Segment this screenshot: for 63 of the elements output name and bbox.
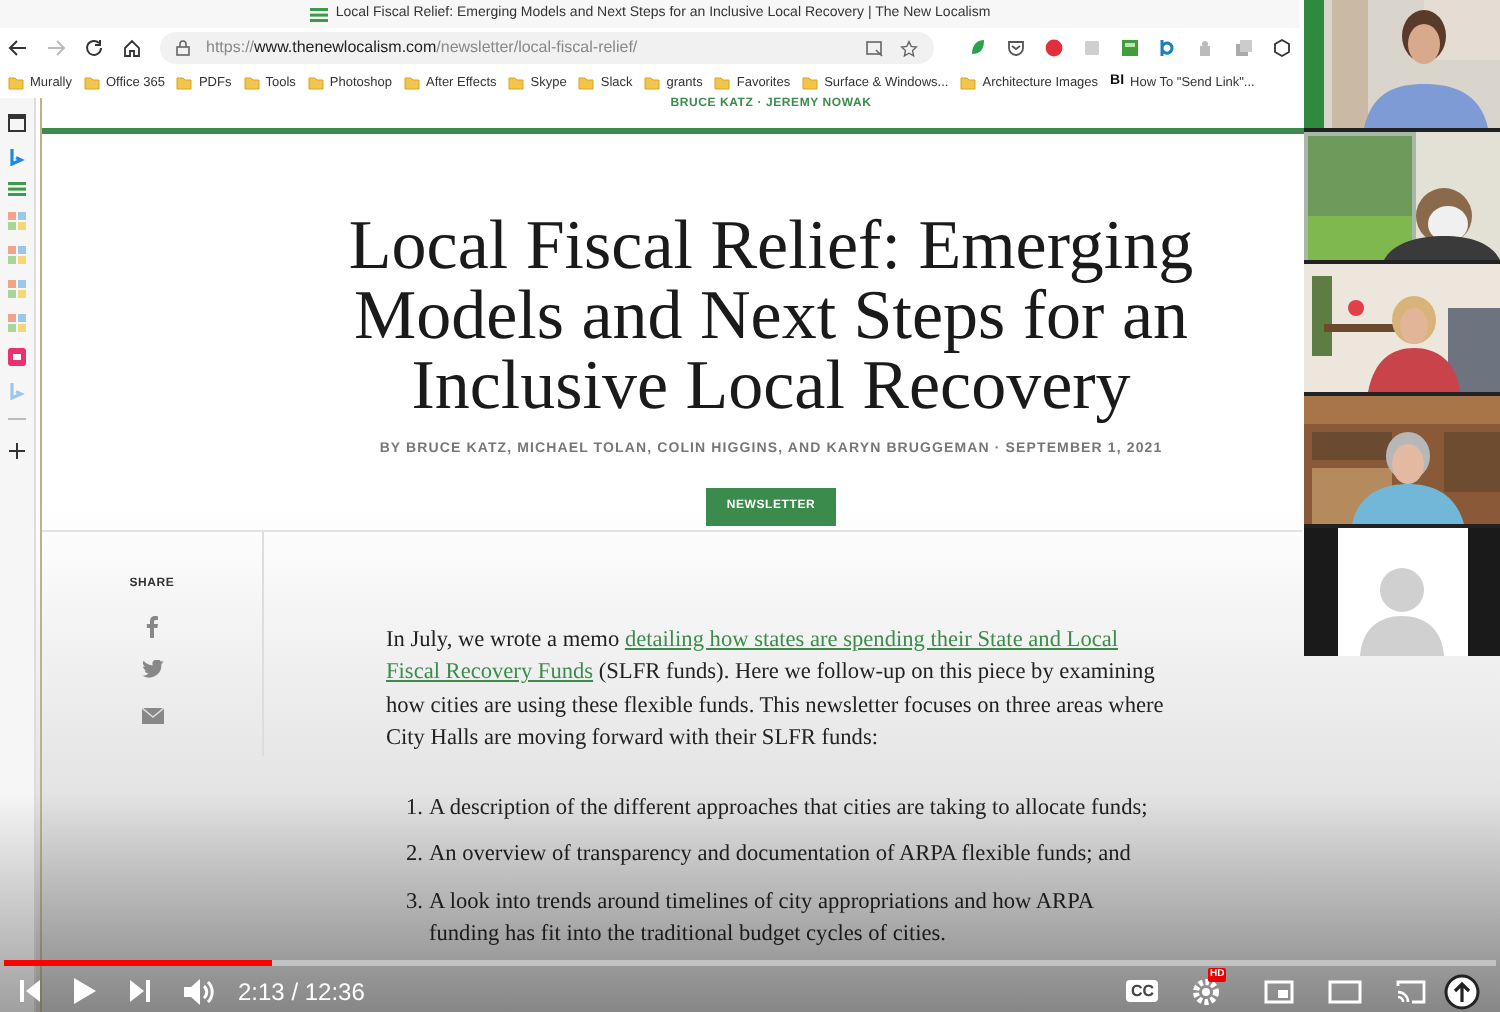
- tabs-icon[interactable]: [8, 114, 26, 132]
- play-icon[interactable]: [74, 978, 96, 1004]
- bookmark-b-icon[interactable]: [1158, 38, 1178, 58]
- back-icon[interactable]: [8, 38, 28, 58]
- reload-icon[interactable]: [84, 38, 104, 58]
- tiles-icon[interactable]: [8, 314, 26, 332]
- home-icon[interactable]: [122, 38, 142, 58]
- miniplayer-icon[interactable]: [1264, 979, 1294, 1003]
- folder-icon: [83, 76, 100, 90]
- read-aloud-icon[interactable]: [866, 39, 884, 57]
- app-icon[interactable]: [8, 348, 26, 366]
- progress-track[interactable]: [4, 960, 1496, 966]
- mail-icon[interactable]: [141, 707, 163, 723]
- theater-mode-icon[interactable]: [1328, 979, 1362, 1003]
- folder-icon: [508, 76, 525, 90]
- folder-icon: [644, 76, 661, 90]
- list-number: 1.: [406, 793, 423, 823]
- next-icon[interactable]: [130, 980, 150, 1002]
- add-icon[interactable]: [8, 442, 26, 460]
- previous-icon[interactable]: [20, 980, 40, 1002]
- favorite-star-icon[interactable]: [900, 39, 918, 57]
- cast-icon[interactable]: [1396, 979, 1426, 1003]
- forward-icon[interactable]: [46, 38, 66, 58]
- leaf-icon[interactable]: [968, 38, 988, 58]
- scroll-up-icon[interactable]: [1444, 973, 1480, 1009]
- logo-icon[interactable]: [8, 148, 26, 166]
- lock-icon: [176, 40, 190, 56]
- intro-paragraph: In July, we wrote a memo detailing how states are spending their State and Local Fiscal Recovery Funds (SLFR funds). Here we follow-up on this piece by examining how cities are using these flexible funds. This newsletter focuses on three areas where City Halls are moving forward with their SLFR funds:: [386, 625, 1166, 754]
- bird-icon[interactable]: [141, 659, 163, 677]
- folder-icon: [404, 76, 420, 90]
- list-number: 2.: [406, 840, 423, 870]
- stop-sign-icon[interactable]: [1044, 38, 1064, 58]
- folder-icon: [960, 76, 977, 90]
- more-icon[interactable]: [8, 416, 26, 422]
- tiles-icon[interactable]: [8, 280, 26, 298]
- article-link[interactable]: detailing how states are spending their State and Local: [624, 627, 1119, 651]
- folder-icon: [714, 76, 731, 90]
- extensions-icon[interactable]: [1272, 38, 1292, 58]
- volume-icon[interactable]: [184, 977, 216, 1005]
- facebook-icon[interactable]: [146, 615, 158, 637]
- captions-button[interactable]: CC: [1126, 980, 1158, 1002]
- time-display: 2:13 / 12:36: [238, 975, 365, 1009]
- collections-icon[interactable]: [1234, 38, 1254, 58]
- pocket-icon[interactable]: [1006, 38, 1026, 58]
- gear-icon: [1192, 977, 1220, 1005]
- list-item-text: A look into trends around timelines of city appropriations and how ARPA funding has fit into the traditional budget cycles of cities.: [428, 887, 1096, 950]
- folder-icon: [802, 76, 819, 90]
- folder-icon: [176, 76, 193, 90]
- article-link[interactable]: Fiscal Recovery Funds: [386, 660, 594, 684]
- article-title: Local Fiscal Relief: Emerging Models and Next Steps for an Inclusive Local Recovery: [346, 210, 1196, 420]
- tiles-icon[interactable]: [8, 212, 26, 230]
- tiles-icon[interactable]: [8, 246, 26, 264]
- folder-icon: [307, 76, 324, 90]
- folder-icon: [578, 76, 595, 90]
- folder-icon: [8, 76, 24, 90]
- list-number: 3.: [406, 887, 423, 917]
- folder-icon: [243, 76, 260, 90]
- list-item-text: An overview of transparency and documentation of ARPA flexible funds; and: [428, 840, 1131, 870]
- tab-favicon-icon: [309, 7, 328, 21]
- address-bar[interactable]: https://www.thenewlocalism.com/newsletter/local-fiscal-relief/: [160, 32, 934, 64]
- url-text: https://www.thenewlocalism.com/newsletter/local-fiscal-relief/: [206, 36, 640, 60]
- stripes-icon[interactable]: [8, 182, 26, 196]
- list-item-text: A description of the different approaches that cities are taking to allocate funds;: [428, 793, 1148, 823]
